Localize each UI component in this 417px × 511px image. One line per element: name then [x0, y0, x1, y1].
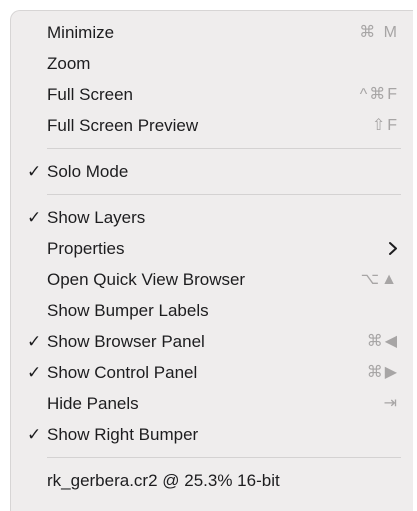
- window-menu: Minimize ⌘ M Zoom Full Screen ^⌘F Full S…: [10, 10, 413, 511]
- menu-item-label: Zoom: [47, 54, 91, 73]
- menu-item-show-right-bumper[interactable]: ✓ Show Right Bumper: [11, 419, 413, 450]
- menu-item-show-bumper-labels[interactable]: Show Bumper Labels: [11, 295, 413, 326]
- menu-item-label: Minimize: [47, 23, 115, 42]
- shortcut-label: ⌘▶: [366, 364, 399, 381]
- menu-item-label: Hide Panels: [47, 394, 139, 413]
- shortcut-label: ^⌘F: [359, 86, 399, 103]
- menu-item-label: Show Browser Panel: [47, 332, 205, 351]
- menu-separator: [47, 457, 401, 458]
- shortcut-label: ⇧F: [371, 117, 399, 134]
- menu-item-open-image[interactable]: rk_gerbera.cr2 @ 25.3% 16-bit: [11, 465, 413, 496]
- menu-item-label: Show Right Bumper: [47, 425, 199, 444]
- menu-item-hide-panels[interactable]: Hide Panels ⇥: [11, 388, 413, 419]
- menu-item-show-browser-panel[interactable]: ✓ Show Browser Panel ⌘◀: [11, 326, 413, 357]
- chevron-right-icon: [387, 233, 399, 264]
- checkmark-icon: ✓: [27, 162, 42, 181]
- menu-item-label: Full Screen Preview: [47, 116, 199, 135]
- menu-item-label: Open Quick View Browser: [47, 270, 246, 289]
- menu-item-solo-mode[interactable]: ✓ Solo Mode: [11, 156, 413, 187]
- menu-item-full-screen-preview[interactable]: Full Screen Preview ⇧F: [11, 110, 413, 141]
- menu-separator: [47, 148, 401, 149]
- menu-separator: [47, 194, 401, 195]
- checkmark-icon: ✓: [27, 363, 42, 382]
- menu-item-show-control-panel[interactable]: ✓ Show Control Panel ⌘▶: [11, 357, 413, 388]
- menu-item-label: Properties: [47, 239, 125, 258]
- menu-item-open-quick-view-browser[interactable]: Open Quick View Browser ⌥▲: [11, 264, 413, 295]
- shortcut-label: ⌥▲: [360, 271, 399, 288]
- checkmark-icon: ✓: [27, 208, 42, 227]
- checkmark-icon: ✓: [27, 332, 42, 351]
- menu-item-label: rk_gerbera.cr2 @ 25.3% 16-bit: [47, 471, 280, 490]
- shortcut-label: ⇥: [383, 395, 399, 412]
- menu-item-zoom[interactable]: Zoom: [11, 48, 413, 79]
- menu-item-label: Show Control Panel: [47, 363, 198, 382]
- checkmark-icon: ✓: [27, 425, 42, 444]
- menu-item-label: Show Bumper Labels: [47, 301, 209, 320]
- menu-item-label: Solo Mode: [47, 162, 129, 181]
- shortcut-label: ⌘◀: [366, 333, 399, 350]
- menu-item-minimize[interactable]: Minimize ⌘ M: [11, 17, 413, 48]
- menu-item-label: Full Screen: [47, 85, 133, 104]
- menu-item-full-screen[interactable]: Full Screen ^⌘F: [11, 79, 413, 110]
- menu-item-show-layers[interactable]: ✓ Show Layers: [11, 202, 413, 233]
- menu-item-label: Show Layers: [47, 208, 146, 227]
- shortcut-label: ⌘ M: [359, 24, 399, 41]
- menu-item-properties[interactable]: Properties: [11, 233, 413, 264]
